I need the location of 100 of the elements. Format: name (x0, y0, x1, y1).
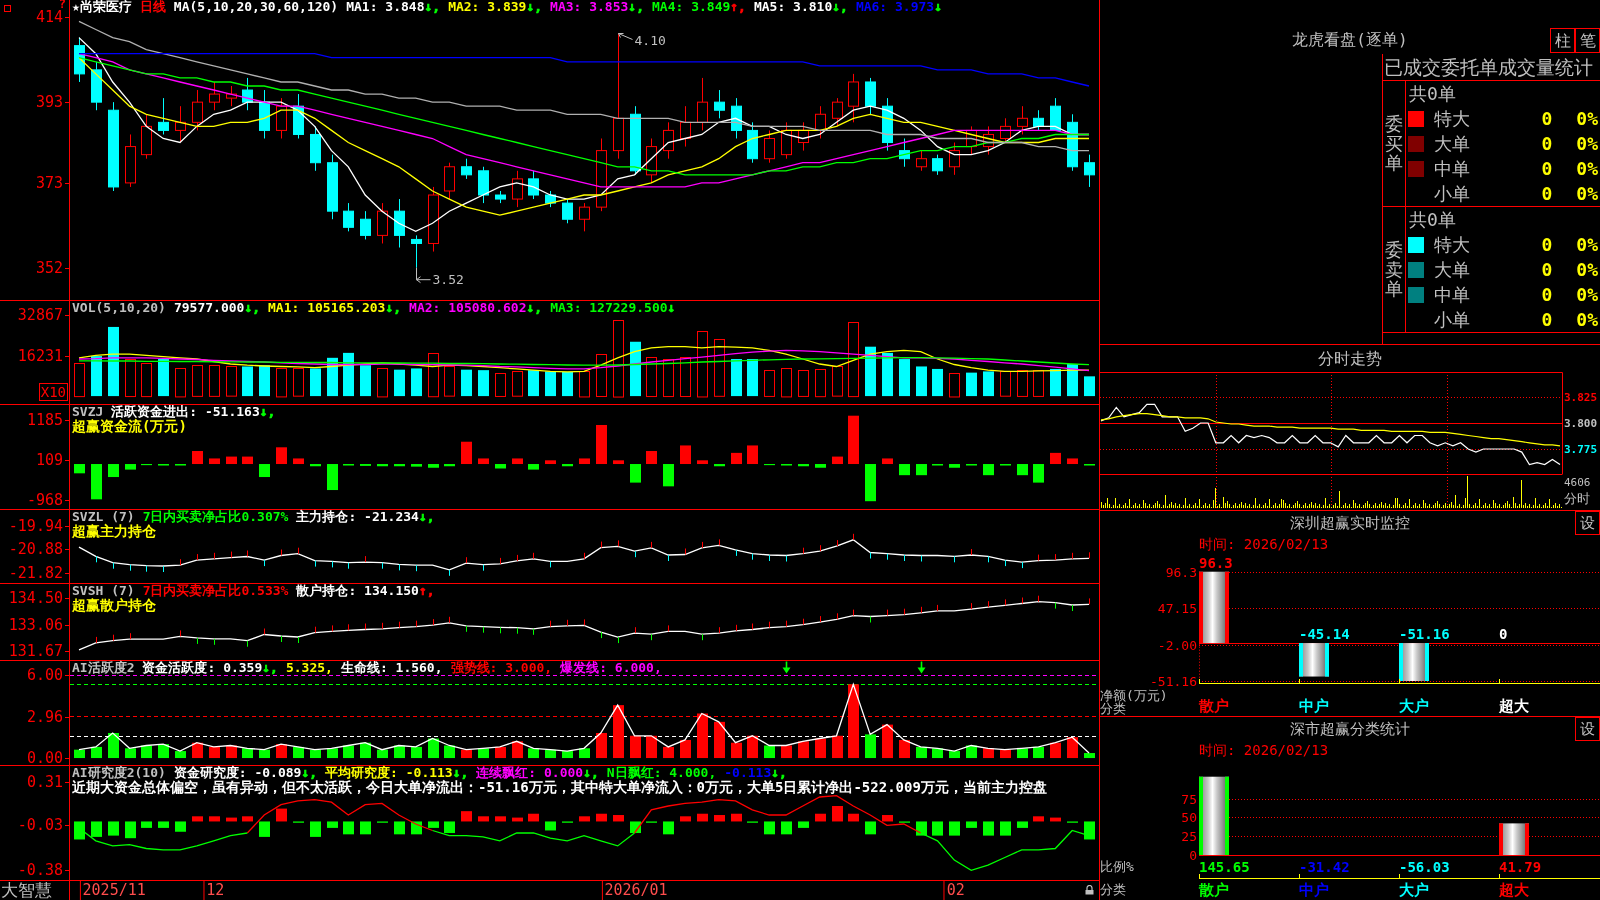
axis-tick-label: 2.96 (26, 709, 63, 725)
legend-text: SVZJ (72, 405, 104, 419)
trend-arrow: ↓, (259, 405, 276, 419)
order-total: 共0单 (1409, 210, 1456, 229)
axis-tick-label: -51.16 (1150, 674, 1197, 689)
view-toggle-button[interactable]: 柱 (1550, 28, 1575, 53)
axis-tick-label: 50 (1181, 810, 1197, 826)
view-toggle-button[interactable]: 笔 (1575, 28, 1600, 53)
settings-button[interactable]: 设 (1575, 511, 1600, 535)
trend-arrow: ↓, (526, 301, 543, 315)
legend-text: MA3: 127229.500 (550, 301, 668, 315)
trend-arrow: ↓, (832, 0, 848, 14)
order-count: 0 (1541, 184, 1553, 203)
axis-tick-label: 16231 (17, 348, 63, 364)
legend-text: 7日内买卖净占比0.307% (142, 510, 289, 524)
data-value-label: 0 (1499, 626, 1508, 643)
legend-text: 资金活跃度: 0.359 (142, 661, 263, 675)
category-label: 中户 (1299, 697, 1329, 715)
axis-tick-label: -0.38 (17, 862, 63, 878)
settings-button[interactable]: 设 (1575, 717, 1600, 741)
data-value-label: -31.42 (1299, 859, 1350, 875)
order-count: 0 (1541, 134, 1553, 153)
square-icon[interactable] (4, 5, 11, 12)
legend-text: N日飘红: 4.000, (606, 766, 717, 780)
order-size-label: 中单 (1434, 159, 1470, 178)
axis-tick-label: 414 (35, 9, 63, 25)
legend-text: 生命线: 1.560, (340, 661, 443, 675)
category-label: 超大 (1499, 697, 1529, 715)
legend-text: MA2: 3.839 (448, 0, 527, 14)
legend-text: 散户持仓: 134.150 (296, 584, 419, 598)
legend-text: AI活跃度2 (72, 661, 135, 675)
legend-text: 7日内买卖净占比0.533% (142, 584, 289, 598)
category-label: 大户 (1399, 697, 1429, 715)
legend-text: SVZL (7) (72, 510, 135, 524)
axis-tick-label: -20.88 (8, 541, 63, 557)
volume-axis-label: 分时 (1564, 492, 1590, 505)
price-extreme-label: 3.52 (432, 271, 464, 287)
indicator-subtitle: 超赢主力持仓 (72, 524, 156, 539)
order-percent: 0% (1576, 109, 1598, 128)
panel-title: 龙虎看盘(逐单) (1292, 31, 1408, 51)
lock-icon[interactable] (1085, 885, 1094, 895)
axis-tick-label: 3.775 (1564, 443, 1598, 455)
axis-tick-label: 1185 (26, 412, 63, 428)
order-percent: 0% (1576, 285, 1598, 304)
order-count: 0 (1541, 285, 1553, 304)
date-axis-label: 02 (945, 883, 965, 898)
order-size-label: 小单 (1434, 184, 1470, 203)
legend-text: SVSH (7) (72, 584, 135, 598)
axis-tick-label: 96.3 (1165, 564, 1197, 580)
order-percent: 0% (1576, 134, 1598, 153)
category-label: 超大 (1499, 881, 1529, 899)
legend-text: MA3: 3.853 (550, 0, 629, 14)
timestamp-text: 时间: 2026/02/13 (1199, 743, 1329, 757)
axis-tick-label: 352 (35, 260, 63, 276)
legend-text: 连续飘红: 0.000 (476, 766, 584, 780)
legend-text: 资金研究度: -0.089 (173, 766, 302, 780)
price-extreme-label: 4.10 (634, 32, 666, 48)
brand-name: 大智慧 (1, 882, 52, 899)
data-value-label: -51.16 (1399, 626, 1450, 643)
axis-tick-label: -21.82 (8, 565, 63, 581)
legend-text: MA1: 3.848 (346, 0, 425, 14)
legend-text: ★尚荣医疗 (72, 0, 132, 14)
legend-text: VOL(5,10,20) (72, 301, 166, 315)
trend-arrow: ↓, (301, 766, 318, 780)
order-count: 0 (1541, 109, 1553, 128)
axis-tick-label: 3.800 (1564, 417, 1598, 429)
axis-tick-label: 134.50 (8, 590, 63, 606)
axis-tick-label: 3.825 (1564, 391, 1598, 403)
leader-line (416, 267, 431, 284)
order-size-label: 大单 (1434, 134, 1470, 153)
legend-text: 爆发线: 6.000, (560, 661, 662, 675)
category-label: 散户 (1199, 697, 1229, 715)
data-value-label: 41.79 (1499, 859, 1542, 875)
trend-arrow: ↓, (628, 0, 644, 14)
axis-tick-label: 6.00 (26, 667, 63, 682)
legend-text: MA4: 3.849 (652, 0, 731, 14)
axis-tick-label: 133.06 (8, 617, 63, 633)
volume-scale-label: 4606 (1564, 477, 1591, 488)
summary-text: 近期大资金总体偏空，虽有异动，但不太活跃，今日大单净流出：-51.16万元，其中特大单净流入：0万元，大单5日累计净出-522.009万元，当前主力控盘 (72, 780, 1047, 795)
legend-text: MA5: 3.810 (753, 0, 833, 14)
axis-tick-label: -2.00 (1157, 637, 1197, 653)
trend-arrow: ↓, (771, 766, 787, 780)
panel-title: 分时走势 (1318, 350, 1382, 367)
x-axis-title: 分类 (1100, 701, 1126, 716)
order-size-label: 特大 (1434, 109, 1470, 128)
x-axis-title: 分类 (1100, 882, 1126, 897)
unit-label: X10 (38, 383, 68, 401)
trend-arrow: ↓, (526, 0, 543, 14)
panel-title: 深市超赢分类统计 (1290, 721, 1410, 737)
trend-arrow: ↓, (244, 301, 261, 315)
axis-tick-label: 0 (1189, 848, 1197, 863)
trend-arrow: ↓, (385, 301, 402, 315)
axis-tick-label: 0.00 (26, 750, 63, 766)
axis-tick-label: -19.94 (8, 518, 63, 533)
order-count: 0 (1541, 310, 1553, 329)
trend-arrow: ↑, (730, 0, 746, 14)
leader-line (618, 33, 633, 40)
date-axis-label: 12 (205, 883, 225, 898)
y-axis-title: 比例% (1100, 859, 1134, 874)
data-value-label: 145.65 (1199, 859, 1250, 875)
